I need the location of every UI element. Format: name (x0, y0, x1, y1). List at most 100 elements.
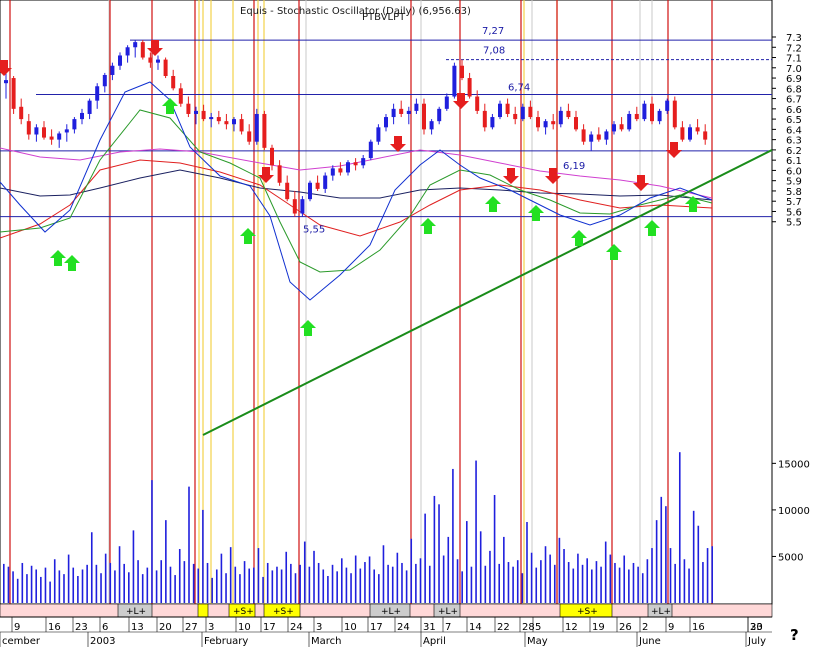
volume-bar (299, 564, 301, 603)
volume-bar (507, 562, 510, 603)
price-bar (376, 127, 381, 142)
volume-bar (72, 567, 75, 603)
price-bar (34, 127, 39, 135)
volume-bar (498, 563, 501, 603)
volume-bar (271, 570, 274, 603)
price-bar (619, 124, 624, 130)
price-bar (581, 129, 586, 142)
volume-bar (211, 577, 213, 603)
price-bar (391, 108, 396, 118)
volume-bar (618, 567, 621, 603)
volume-bar (535, 567, 538, 603)
x-tick-label: 9 (668, 622, 674, 633)
volume-bar (382, 545, 385, 603)
volume-bar (512, 566, 514, 603)
volume-bar (58, 570, 61, 603)
volume-bar (493, 495, 496, 603)
volume-bar (521, 573, 524, 603)
volume-bar (405, 570, 408, 603)
month-label: June (638, 636, 661, 647)
price-bar (26, 121, 31, 135)
x-tick-label: 24 (397, 622, 410, 633)
level-label: 7,27 (482, 26, 504, 37)
volume-bar (192, 563, 195, 603)
volume-bar (373, 569, 375, 603)
price-bar (703, 131, 708, 140)
volume-bar (651, 548, 653, 603)
band-label: +L+ (126, 607, 146, 617)
volume-bar (285, 551, 288, 603)
price-bar (102, 74, 107, 87)
price-bar (399, 108, 404, 114)
volume-bar (456, 559, 459, 603)
price-bar (42, 127, 46, 138)
price-bar (118, 55, 122, 66)
volume-bar (215, 569, 218, 603)
price-bar (254, 113, 259, 142)
volume-bar (641, 573, 644, 603)
volume-bar (81, 569, 84, 603)
volume-bar (118, 546, 121, 603)
level-label: 7,08 (483, 46, 505, 57)
volume-bar (313, 550, 315, 603)
band-label: +S+ (577, 607, 598, 617)
signal-band: +L+ +S+ +S+ +L+ +L+ +S+ +L+ (0, 603, 773, 618)
volume-tick-label: 15000 (778, 459, 810, 470)
x-tick-label: 3 (316, 622, 322, 633)
volume-bar (183, 561, 186, 603)
volume-bar (174, 575, 176, 603)
price-bar (171, 75, 176, 89)
volume-bar (433, 495, 436, 603)
volume-bar (378, 574, 380, 603)
volume-bar (197, 568, 200, 603)
volume-bar (655, 520, 658, 603)
volume-bar (104, 553, 107, 603)
price-bar (110, 65, 115, 75)
price-bar (505, 103, 510, 114)
x-tick-label: 27 (185, 622, 198, 633)
x-tick-label: 12 (565, 622, 578, 633)
volume-bar (470, 566, 473, 603)
x-tick-label: 26 (619, 622, 632, 633)
price-bar (634, 113, 639, 120)
volume-bar (581, 564, 584, 603)
price-bar (178, 88, 183, 104)
price-bar (125, 47, 130, 56)
volume-bar (16, 578, 19, 603)
price-bar (87, 100, 92, 114)
price-bar (353, 162, 358, 166)
volume-bar (489, 550, 491, 603)
price-bar (262, 113, 267, 148)
volume-bar (276, 566, 278, 603)
price-bar (148, 57, 153, 63)
price-bar (437, 108, 442, 122)
x-tick-label: 2 (642, 622, 648, 633)
volume-bar (169, 566, 172, 603)
volume-bar (7, 566, 10, 603)
price-bar (330, 168, 335, 176)
volume-tick-label: 5000 (778, 552, 803, 563)
y-tick-label: 5.5 (786, 218, 802, 229)
price-bar (285, 182, 290, 200)
price-bar (133, 42, 138, 48)
price-bar (452, 65, 457, 97)
volume-bar (331, 564, 334, 603)
price-bar (528, 106, 533, 118)
volume-bar (53, 559, 56, 603)
volume-bar (128, 572, 130, 603)
volume-bar (340, 558, 343, 603)
volume-bar (609, 554, 612, 603)
price-bar (520, 106, 525, 120)
volume-bar (702, 562, 704, 603)
volume-bar (466, 521, 468, 603)
volume-bar (229, 547, 232, 603)
help-icon[interactable]: ? (790, 626, 799, 644)
price-bar (543, 121, 548, 128)
volume-bar (697, 525, 700, 603)
price-bar (672, 100, 677, 128)
volume-bar (109, 562, 112, 603)
volume-bar (266, 562, 269, 603)
x-tick-label: 10 (238, 622, 251, 633)
price-bar (57, 133, 62, 140)
price-bar (551, 121, 556, 125)
